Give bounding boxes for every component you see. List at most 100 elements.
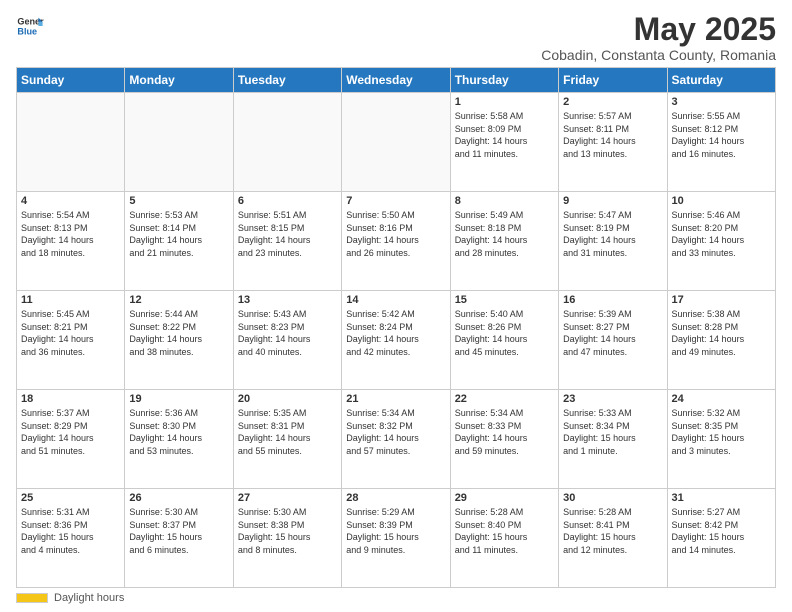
calendar-cell: 16 Sunrise: 5:39 AM Sunset: 8:27 PM Dayli…: [559, 291, 667, 390]
calendar-cell: 3 Sunrise: 5:55 AM Sunset: 8:12 PM Daylig…: [667, 93, 775, 192]
calendar-cell: 24 Sunrise: 5:32 AM Sunset: 8:35 PM Dayli…: [667, 390, 775, 489]
calendar-cell: 30 Sunrise: 5:28 AM Sunset: 8:41 PM Dayli…: [559, 489, 667, 588]
calendar-cell: [17, 93, 125, 192]
day-info: Sunrise: 5:30 AM Sunset: 8:38 PM Dayligh…: [238, 506, 337, 556]
calendar-cell: 7Sunrise: 5:50 AM Sunset: 8:16 PM Daylig…: [342, 192, 450, 291]
logo-icon: General Blue: [16, 12, 44, 40]
calendar-cell: 18 Sunrise: 5:37 AM Sunset: 8:29 PM Dayli…: [17, 390, 125, 489]
day-info: Sunrise: 5:30 AM Sunset: 8:37 PM Dayligh…: [129, 506, 228, 556]
day-number: 30: [563, 492, 662, 504]
weekday-header-wednesday: Wednesday: [342, 68, 450, 93]
day-info: Sunrise: 5:27 AM Sunset: 8:42 PM Dayligh…: [672, 506, 771, 556]
day-number: 15: [455, 294, 554, 306]
calendar-cell: 28Sunrise: 5:29 AM Sunset: 8:39 PM Dayli…: [342, 489, 450, 588]
day-number: 11: [21, 294, 120, 306]
week-row-5: 25 Sunrise: 5:31 AM Sunset: 8:36 PM Dayli…: [17, 489, 776, 588]
weekday-header-thursday: Thursday: [450, 68, 558, 93]
day-info: Sunrise: 5:49 AM Sunset: 8:18 PM Dayligh…: [455, 209, 554, 259]
day-number: 4: [21, 195, 120, 207]
weekday-header-saturday: Saturday: [667, 68, 775, 93]
day-number: 10: [672, 195, 771, 207]
day-number: 7: [346, 195, 445, 207]
day-info: Sunrise: 5:28 AM Sunset: 8:41 PM Dayligh…: [563, 506, 662, 556]
day-info: Sunrise: 5:43 AM Sunset: 8:23 PM Dayligh…: [238, 308, 337, 358]
weekday-header-sunday: Sunday: [17, 68, 125, 93]
day-number: 8: [455, 195, 554, 207]
day-info: Sunrise: 5:40 AM Sunset: 8:26 PM Dayligh…: [455, 308, 554, 358]
day-number: 5: [129, 195, 228, 207]
day-number: 29: [455, 492, 554, 504]
calendar-cell: 1Sunrise: 5:58 AM Sunset: 8:09 PM Daylig…: [450, 93, 558, 192]
calendar-cell: 12 Sunrise: 5:44 AM Sunset: 8:22 PM Dayli…: [125, 291, 233, 390]
calendar-cell: [233, 93, 341, 192]
day-number: 20: [238, 393, 337, 405]
day-info: Sunrise: 5:51 AM Sunset: 8:15 PM Dayligh…: [238, 209, 337, 259]
calendar-cell: 5 Sunrise: 5:53 AM Sunset: 8:14 PM Daylig…: [125, 192, 233, 291]
day-info: Sunrise: 5:54 AM Sunset: 8:13 PM Dayligh…: [21, 209, 120, 259]
day-number: 22: [455, 393, 554, 405]
day-info: Sunrise: 5:58 AM Sunset: 8:09 PM Dayligh…: [455, 110, 554, 160]
calendar-cell: 14Sunrise: 5:42 AM Sunset: 8:24 PM Dayli…: [342, 291, 450, 390]
daylight-bar-swatch: [16, 593, 48, 603]
calendar-cell: 29 Sunrise: 5:28 AM Sunset: 8:40 PM Dayli…: [450, 489, 558, 588]
calendar-cell: [342, 93, 450, 192]
day-info: Sunrise: 5:34 AM Sunset: 8:33 PM Dayligh…: [455, 407, 554, 457]
calendar-cell: 13Sunrise: 5:43 AM Sunset: 8:23 PM Dayli…: [233, 291, 341, 390]
weekday-header-friday: Friday: [559, 68, 667, 93]
day-number: 17: [672, 294, 771, 306]
calendar-cell: 19Sunrise: 5:36 AM Sunset: 8:30 PM Dayli…: [125, 390, 233, 489]
day-info: Sunrise: 5:31 AM Sunset: 8:36 PM Dayligh…: [21, 506, 120, 556]
day-info: Sunrise: 5:44 AM Sunset: 8:22 PM Dayligh…: [129, 308, 228, 358]
day-number: 25: [21, 492, 120, 504]
daylight-label: Daylight hours: [54, 592, 124, 604]
day-info: Sunrise: 5:35 AM Sunset: 8:31 PM Dayligh…: [238, 407, 337, 457]
calendar-cell: 4 Sunrise: 5:54 AM Sunset: 8:13 PM Daylig…: [17, 192, 125, 291]
day-info: Sunrise: 5:46 AM Sunset: 8:20 PM Dayligh…: [672, 209, 771, 259]
calendar-cell: [125, 93, 233, 192]
day-number: 14: [346, 294, 445, 306]
calendar-cell: 27 Sunrise: 5:30 AM Sunset: 8:38 PM Dayli…: [233, 489, 341, 588]
calendar-cell: 11 Sunrise: 5:45 AM Sunset: 8:21 PM Dayli…: [17, 291, 125, 390]
day-info: Sunrise: 5:53 AM Sunset: 8:14 PM Dayligh…: [129, 209, 228, 259]
calendar-cell: 23 Sunrise: 5:33 AM Sunset: 8:34 PM Dayli…: [559, 390, 667, 489]
location-title: Cobadin, Constanta County, Romania: [541, 47, 776, 63]
calendar-cell: 17Sunrise: 5:38 AM Sunset: 8:28 PM Dayli…: [667, 291, 775, 390]
day-number: 16: [563, 294, 662, 306]
day-number: 27: [238, 492, 337, 504]
day-info: Sunrise: 5:29 AM Sunset: 8:39 PM Dayligh…: [346, 506, 445, 556]
day-info: Sunrise: 5:37 AM Sunset: 8:29 PM Dayligh…: [21, 407, 120, 457]
day-number: 23: [563, 393, 662, 405]
header: General Blue May 2025 Cobadin, Constanta…: [16, 12, 776, 63]
footer: Daylight hours: [16, 592, 776, 604]
day-number: 26: [129, 492, 228, 504]
day-info: Sunrise: 5:45 AM Sunset: 8:21 PM Dayligh…: [21, 308, 120, 358]
logo: General Blue: [16, 12, 44, 40]
day-number: 19: [129, 393, 228, 405]
calendar-cell: 20 Sunrise: 5:35 AM Sunset: 8:31 PM Dayli…: [233, 390, 341, 489]
day-info: Sunrise: 5:32 AM Sunset: 8:35 PM Dayligh…: [672, 407, 771, 457]
day-info: Sunrise: 5:57 AM Sunset: 8:11 PM Dayligh…: [563, 110, 662, 160]
day-number: 31: [672, 492, 771, 504]
calendar-cell: 6Sunrise: 5:51 AM Sunset: 8:15 PM Daylig…: [233, 192, 341, 291]
day-number: 12: [129, 294, 228, 306]
week-row-2: 4 Sunrise: 5:54 AM Sunset: 8:13 PM Daylig…: [17, 192, 776, 291]
day-number: 18: [21, 393, 120, 405]
title-block: May 2025 Cobadin, Constanta County, Roma…: [541, 12, 776, 63]
week-row-1: 1Sunrise: 5:58 AM Sunset: 8:09 PM Daylig…: [17, 93, 776, 192]
day-info: Sunrise: 5:55 AM Sunset: 8:12 PM Dayligh…: [672, 110, 771, 160]
day-info: Sunrise: 5:34 AM Sunset: 8:32 PM Dayligh…: [346, 407, 445, 457]
day-info: Sunrise: 5:28 AM Sunset: 8:40 PM Dayligh…: [455, 506, 554, 556]
day-info: Sunrise: 5:39 AM Sunset: 8:27 PM Dayligh…: [563, 308, 662, 358]
day-info: Sunrise: 5:33 AM Sunset: 8:34 PM Dayligh…: [563, 407, 662, 457]
day-number: 21: [346, 393, 445, 405]
weekday-header-tuesday: Tuesday: [233, 68, 341, 93]
day-number: 24: [672, 393, 771, 405]
weekday-header-row: SundayMondayTuesdayWednesdayThursdayFrid…: [17, 68, 776, 93]
calendar-cell: 26 Sunrise: 5:30 AM Sunset: 8:37 PM Dayli…: [125, 489, 233, 588]
calendar-cell: 15 Sunrise: 5:40 AM Sunset: 8:26 PM Dayli…: [450, 291, 558, 390]
weekday-header-monday: Monday: [125, 68, 233, 93]
week-row-3: 11 Sunrise: 5:45 AM Sunset: 8:21 PM Dayli…: [17, 291, 776, 390]
day-number: 3: [672, 96, 771, 108]
week-row-4: 18 Sunrise: 5:37 AM Sunset: 8:29 PM Dayli…: [17, 390, 776, 489]
calendar-cell: 2Sunrise: 5:57 AM Sunset: 8:11 PM Daylig…: [559, 93, 667, 192]
